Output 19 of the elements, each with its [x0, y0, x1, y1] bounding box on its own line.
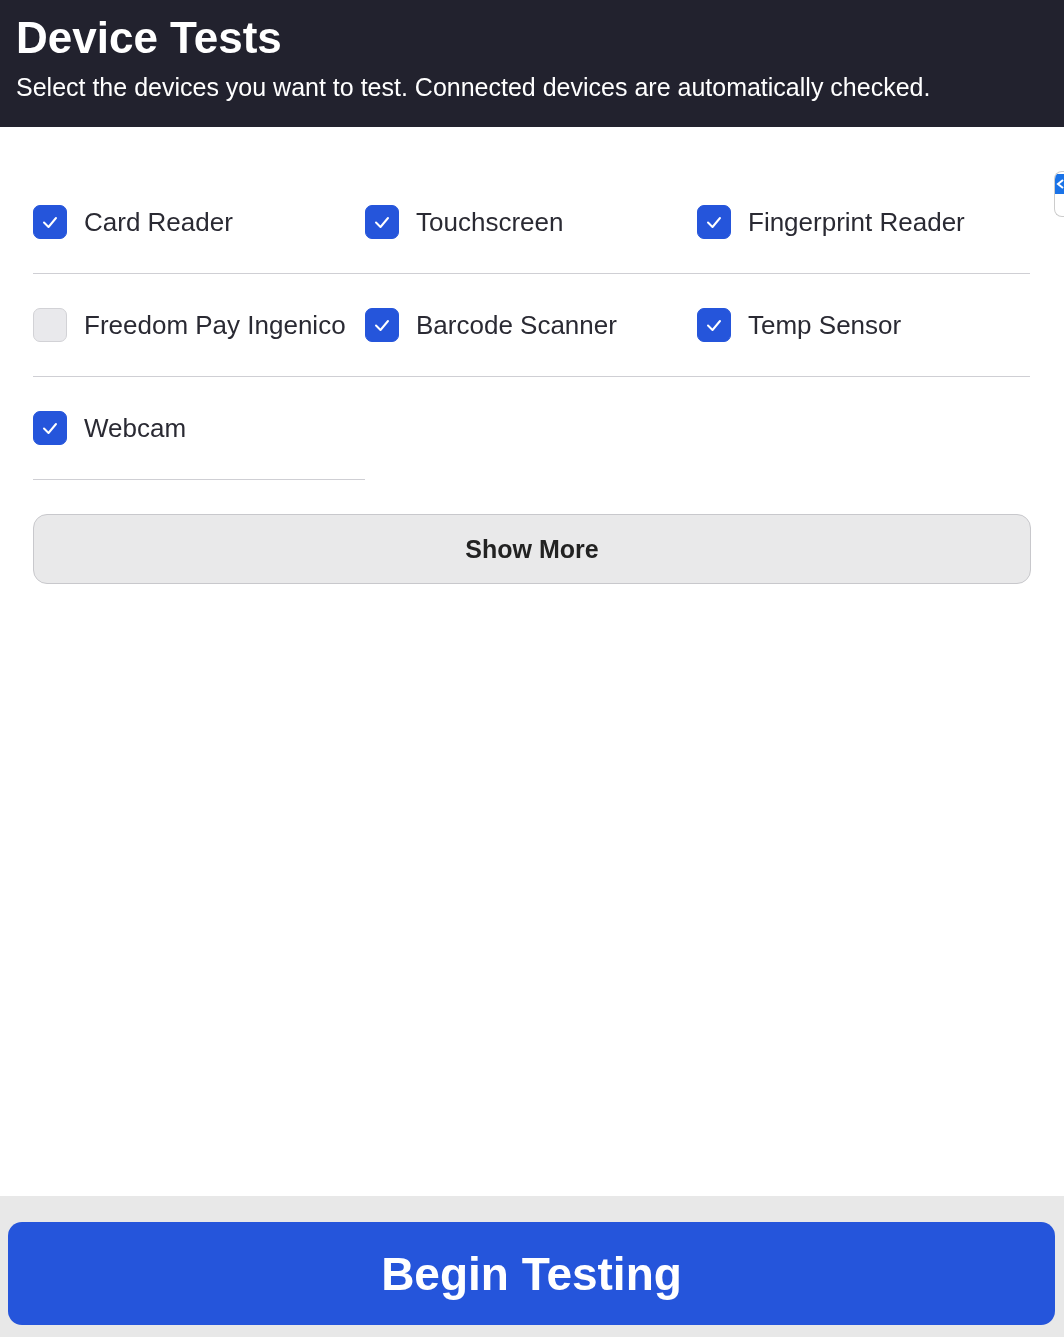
device-label[interactable]: Touchscreen	[416, 206, 564, 238]
device-label[interactable]: Fingerprint Reader	[748, 206, 965, 238]
device-label[interactable]: Card Reader	[84, 206, 233, 238]
begin-testing-button[interactable]: Begin Testing	[8, 1222, 1055, 1325]
device-label[interactable]: Webcam	[84, 412, 187, 444]
side-tab[interactable]	[1054, 171, 1064, 217]
checkbox[interactable]	[365, 308, 399, 342]
show-more-button[interactable]: Show More	[33, 514, 1031, 584]
page-subtitle: Select the devices you want to test. Connected devices are automatically checked.	[16, 72, 932, 103]
checkbox[interactable]	[33, 411, 67, 445]
page-title: Device Tests	[16, 12, 283, 64]
checkbox[interactable]	[33, 205, 67, 239]
device-label[interactable]: Freedom Pay Ingenico	[84, 309, 346, 341]
checkbox[interactable]	[365, 205, 399, 239]
checkbox[interactable]	[697, 205, 731, 239]
device-label[interactable]: Barcode Scanner	[416, 309, 617, 341]
checkbox[interactable]	[697, 308, 731, 342]
device-label[interactable]: Temp Sensor	[748, 309, 902, 341]
arrow-left-icon	[1055, 174, 1064, 194]
